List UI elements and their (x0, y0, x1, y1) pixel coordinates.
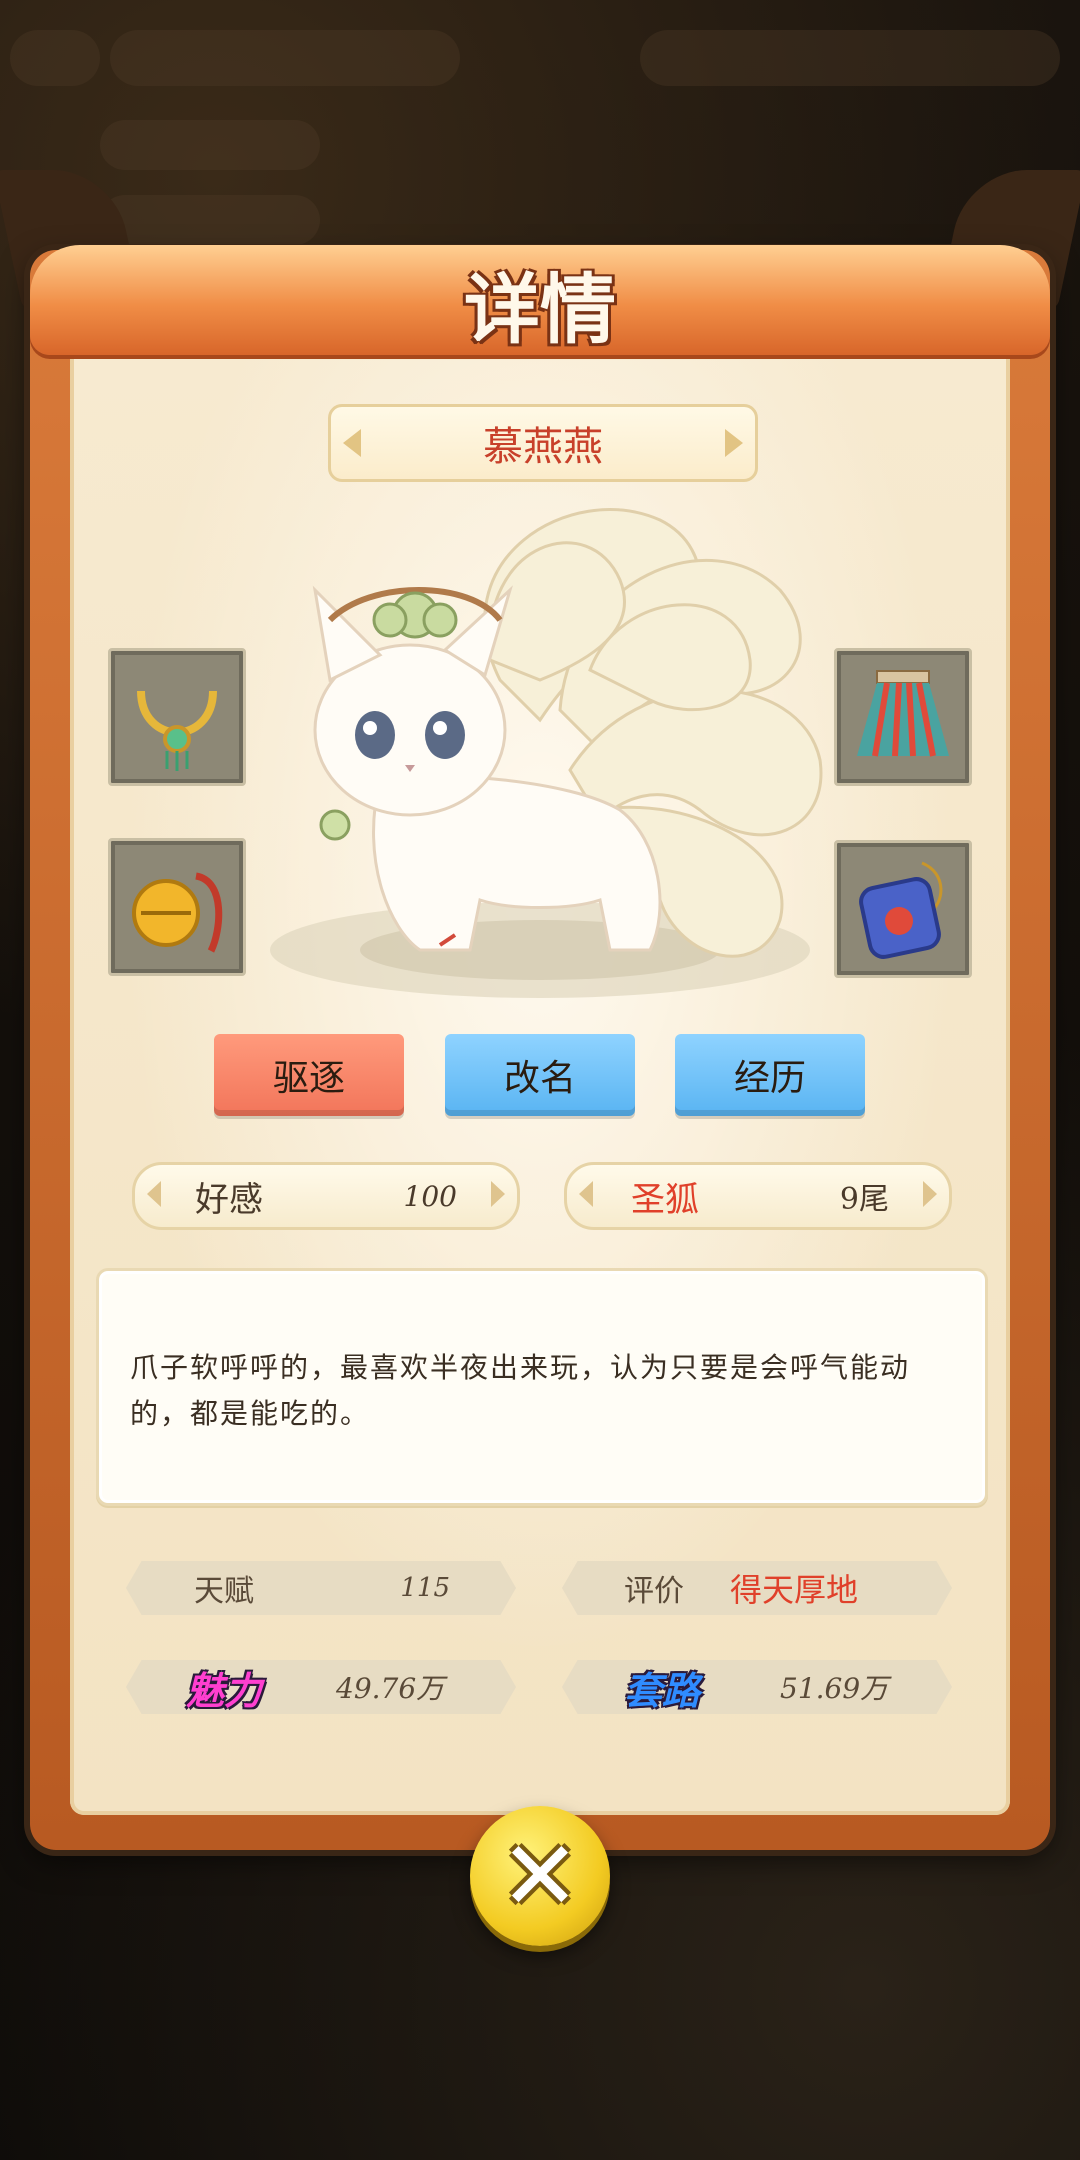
plate-right-ornament-icon (491, 1181, 505, 1207)
equip-slot-skirt[interactable] (834, 648, 972, 786)
scheme-label: 套路 (624, 1667, 701, 1713)
pet-name: 慕燕燕 (483, 424, 603, 470)
necklace-icon (137, 690, 217, 771)
bg-power-bar (100, 120, 320, 170)
rating-value: 得天厚地 (730, 1571, 859, 1609)
talent-value: 115 (400, 1573, 450, 1603)
rating-row: 评价 得天厚地 (562, 1561, 952, 1615)
charm-row: 魅力 49.76万 (126, 1660, 516, 1714)
history-button[interactable]: 经历 (675, 1034, 865, 1116)
close-icon: ✕ (499, 1820, 581, 1932)
equip-slot-sachet[interactable] (834, 840, 972, 978)
pet-name-plate: 慕燕燕 (328, 404, 758, 482)
rank-plate: 圣狐 9尾 (564, 1162, 952, 1230)
bg-power-bar-2 (100, 195, 320, 245)
plate-right-ornament-icon (923, 1181, 937, 1207)
sachet-icon (859, 861, 943, 959)
affection-plate: 好感 100 (132, 1162, 520, 1230)
plate-left-ornament-icon (147, 1181, 161, 1207)
plate-left-ornament-icon (579, 1181, 593, 1207)
bg-currency-bar (640, 30, 1060, 86)
charm-value: 49.76万 (336, 1672, 445, 1705)
affection-label: 好感 (195, 1179, 263, 1220)
pet-description: 爪子软呼呼的，最喜欢半夜出来玩，认为只要是会呼气能动的，都是能吃的。 (130, 1351, 911, 1430)
equip-slot-bell[interactable] (108, 838, 246, 976)
bg-top-bar (110, 30, 460, 86)
charm-label: 魅力 (186, 1667, 263, 1713)
close-button[interactable]: ✕ (470, 1806, 610, 1946)
scheme-row: 套路 51.69万 (562, 1660, 952, 1714)
scheme-value: 51.69万 (780, 1672, 889, 1705)
expel-button[interactable]: 驱逐 (214, 1034, 404, 1116)
affection-value: 100 (403, 1179, 457, 1213)
bg-avatar-slot (10, 30, 100, 86)
plate-right-ornament-icon (725, 429, 743, 457)
dialog-title: 详情 (464, 265, 616, 354)
rank-label: 圣狐 (631, 1179, 699, 1220)
tails-value: 9尾 (839, 1182, 889, 1217)
bell-icon (132, 872, 223, 953)
talent-label: 天赋 (194, 1574, 254, 1609)
talent-row: 天赋 115 (126, 1561, 516, 1615)
nine-tail-fox-illustration (270, 508, 823, 998)
plate-left-ornament-icon (343, 429, 361, 457)
equip-slot-necklace[interactable] (108, 648, 246, 786)
rating-label: 评价 (624, 1574, 684, 1609)
rename-button[interactable]: 改名 (445, 1034, 635, 1116)
skirt-icon (857, 670, 949, 757)
